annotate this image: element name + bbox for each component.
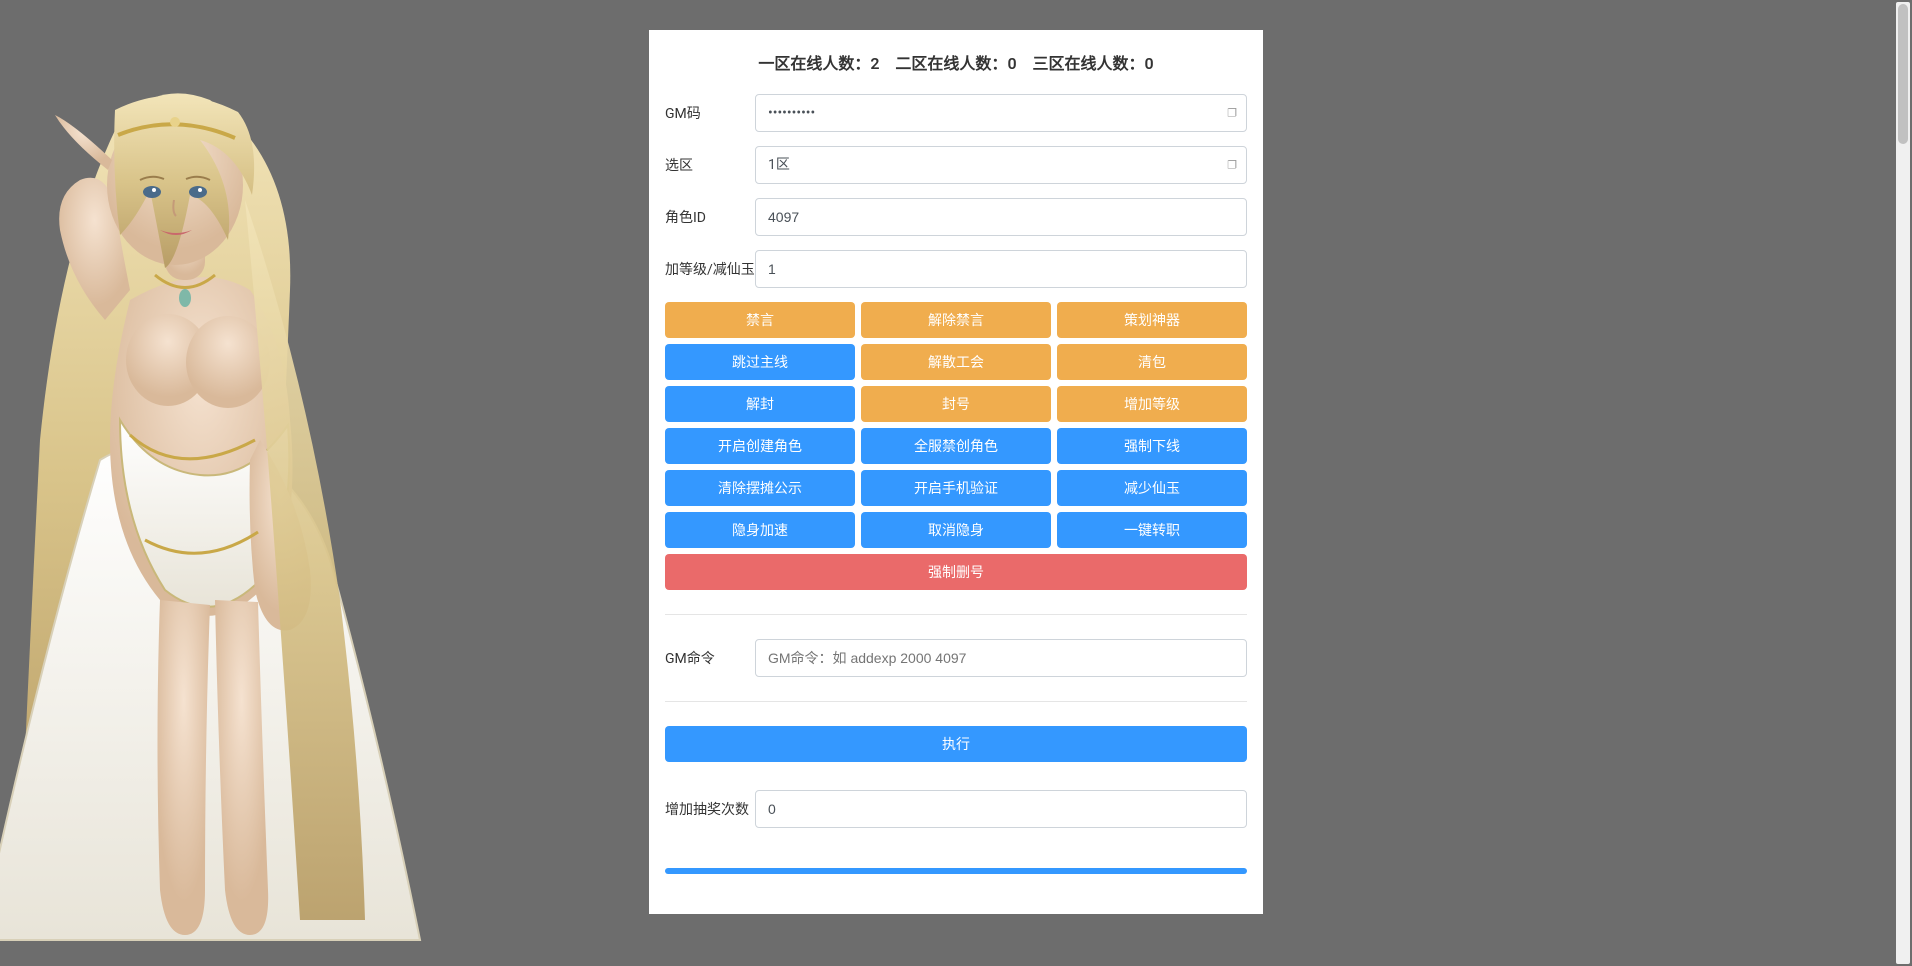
skip-main-button[interactable]: 跳过主线	[665, 344, 855, 380]
add-level-button[interactable]: 增加等级	[1057, 386, 1247, 422]
lottery-label: 增加抽奖次数	[665, 799, 755, 819]
force-offline-button[interactable]: 强制下线	[1057, 428, 1247, 464]
scrollbar-thumb[interactable]	[1898, 4, 1908, 144]
stealth-speed-button[interactable]: 隐身加速	[665, 512, 855, 548]
zone-select[interactable]: 1区	[755, 146, 1247, 184]
enable-phone-verify-button[interactable]: 开启手机验证	[861, 470, 1051, 506]
partial-button[interactable]	[665, 868, 1247, 874]
zone2-count: 0	[1007, 54, 1016, 73]
planner-artifact-button[interactable]: 策划神器	[1057, 302, 1247, 338]
divider	[665, 701, 1247, 702]
unmute-button[interactable]: 解除禁言	[861, 302, 1051, 338]
level-input[interactable]	[755, 250, 1247, 288]
scrollbar-track[interactable]	[1896, 2, 1910, 964]
ban-button[interactable]: 封号	[861, 386, 1051, 422]
zone3-label: 三区在线人数：	[1032, 54, 1144, 73]
role-id-input[interactable]	[755, 198, 1247, 236]
force-delete-button[interactable]: 强制删号	[665, 554, 1247, 590]
zone1-count: 2	[870, 54, 879, 73]
zone2-label: 二区在线人数：	[895, 54, 1007, 73]
zone1-label: 一区在线人数：	[758, 54, 870, 73]
online-count-header: 一区在线人数：2 二区在线人数：0 三区在线人数：0	[665, 50, 1247, 74]
character-illustration	[0, 40, 470, 960]
enable-create-role-button[interactable]: 开启创建角色	[665, 428, 855, 464]
divider	[665, 614, 1247, 615]
job-change-button[interactable]: 一键转职	[1057, 512, 1247, 548]
clear-bag-button[interactable]: 清包	[1057, 344, 1247, 380]
mute-button[interactable]: 禁言	[665, 302, 855, 338]
zone3-count: 0	[1145, 54, 1154, 73]
disband-guild-button[interactable]: 解散工会	[861, 344, 1051, 380]
role-id-label: 角色ID	[665, 207, 755, 227]
unban-button[interactable]: 解封	[665, 386, 855, 422]
reduce-xianyu-button[interactable]: 减少仙玉	[1057, 470, 1247, 506]
gm-code-label: GM码	[665, 103, 755, 123]
lottery-input[interactable]	[755, 790, 1247, 828]
execute-button[interactable]: 执行	[665, 726, 1247, 762]
server-disable-create-button[interactable]: 全服禁创角色	[861, 428, 1051, 464]
gm-command-label: GM命令	[665, 648, 755, 668]
zone-label: 选区	[665, 155, 755, 175]
gm-admin-panel: 一区在线人数：2 二区在线人数：0 三区在线人数：0 GM码 •••••••••…	[649, 30, 1263, 914]
level-label: 加等级/减仙玉	[665, 259, 755, 279]
clear-stall-notice-button[interactable]: 清除摆摊公示	[665, 470, 855, 506]
gm-command-input[interactable]	[755, 639, 1247, 677]
gm-code-input[interactable]: ••••••••••	[755, 94, 1247, 132]
cancel-stealth-button[interactable]: 取消隐身	[861, 512, 1051, 548]
